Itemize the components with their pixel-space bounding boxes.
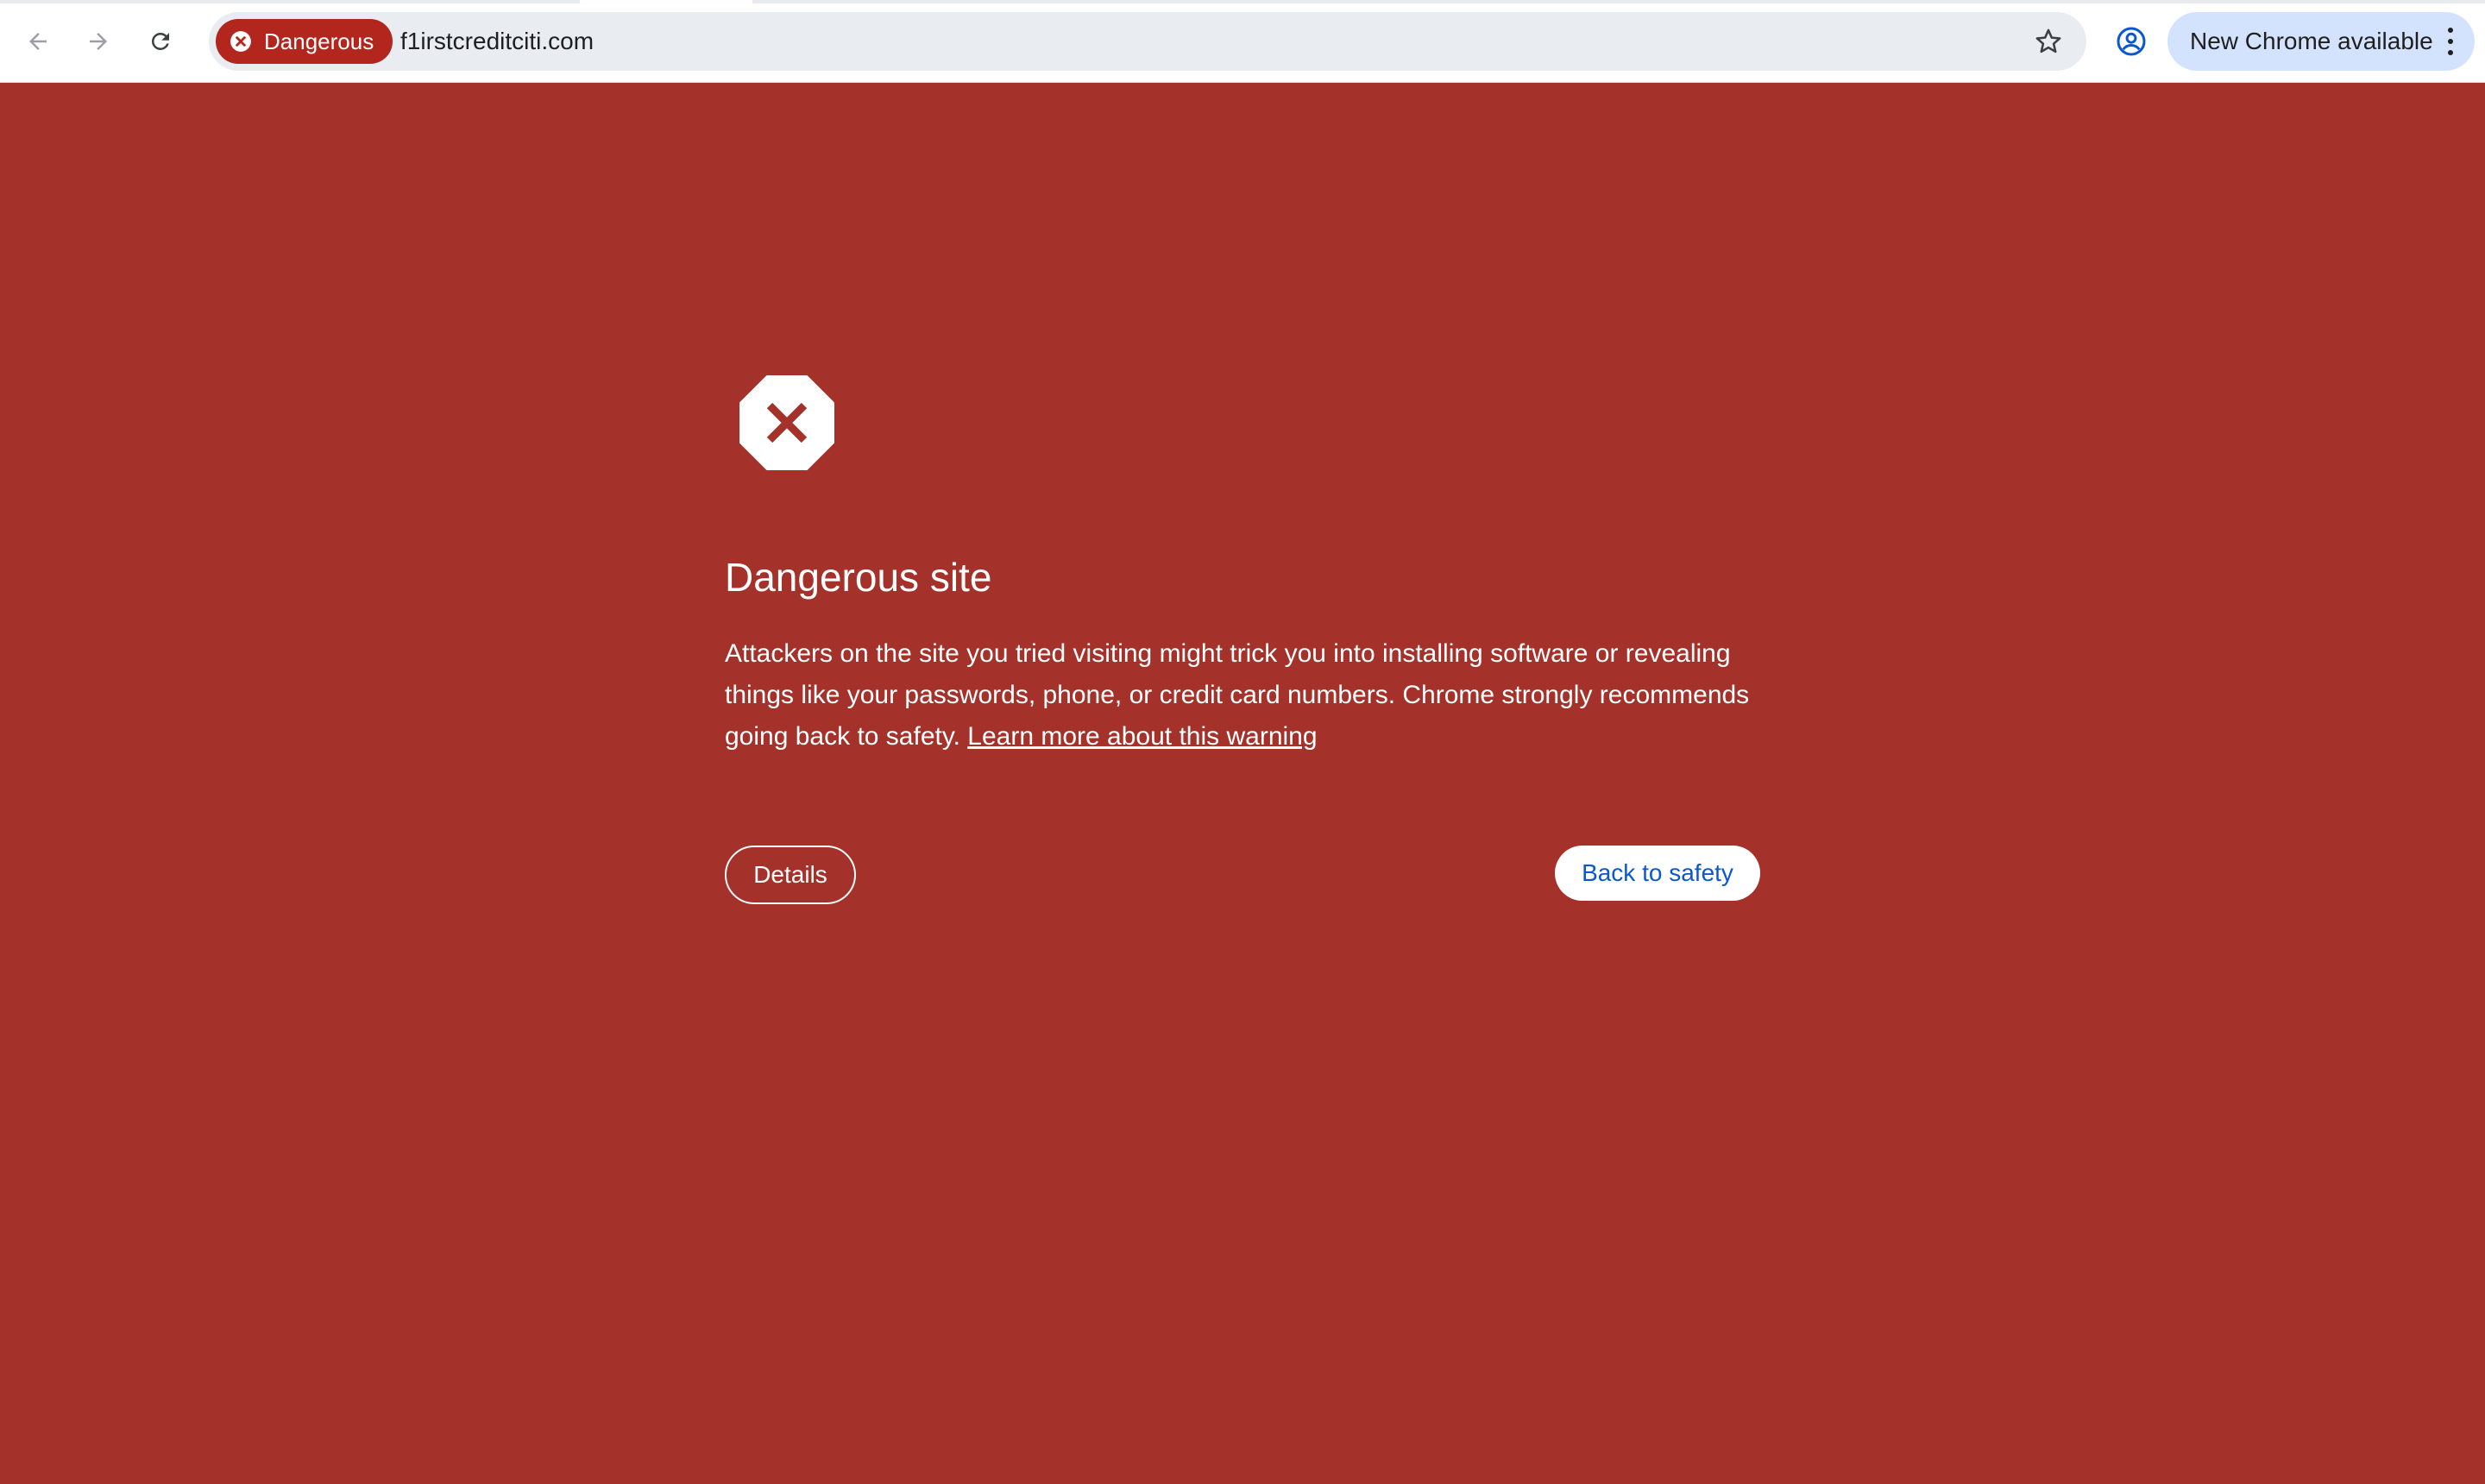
interstitial-page: Dangerous site Attackers on the site you… xyxy=(0,83,2485,1484)
reload-icon xyxy=(151,32,169,50)
x-circle-icon xyxy=(230,30,252,53)
tab-strip xyxy=(0,0,2485,3)
back-to-safety-button[interactable]: Back to safety xyxy=(1555,846,1760,901)
account-circle-icon xyxy=(2117,27,2146,56)
update-chrome-label: New Chrome available xyxy=(2190,28,2433,54)
forward-button[interactable] xyxy=(76,19,121,64)
security-chip-label: Dangerous xyxy=(264,28,374,54)
bookmark-button[interactable] xyxy=(2028,21,2069,62)
address-bar[interactable]: Dangerous f1irstcreditciti.com xyxy=(209,12,2086,71)
profile-button[interactable] xyxy=(2109,19,2154,64)
arrow-left-icon xyxy=(29,33,47,50)
reload-button[interactable] xyxy=(138,19,183,64)
active-tab-indicator xyxy=(580,0,752,3)
learn-more-link[interactable]: Learn more about this warning xyxy=(967,722,1317,751)
page-title: Dangerous site xyxy=(725,555,992,600)
update-chrome-button[interactable]: New Chrome available xyxy=(2167,12,2475,71)
star-icon xyxy=(2035,28,2061,53)
back-button[interactable] xyxy=(16,19,60,64)
details-button[interactable]: Details xyxy=(725,846,856,904)
more-vert-icon[interactable] xyxy=(2445,28,2456,55)
url-text[interactable]: f1irstcreditciti.com xyxy=(400,12,594,71)
arrow-right-icon xyxy=(90,33,107,50)
security-chip[interactable]: Dangerous xyxy=(216,19,393,64)
warning-description: Attackers on the site you tried visiting… xyxy=(725,633,1769,758)
stop-octagon-x-icon xyxy=(739,375,834,470)
browser-toolbar: Dangerous f1irstcreditciti.com New Chrom… xyxy=(0,0,2485,83)
